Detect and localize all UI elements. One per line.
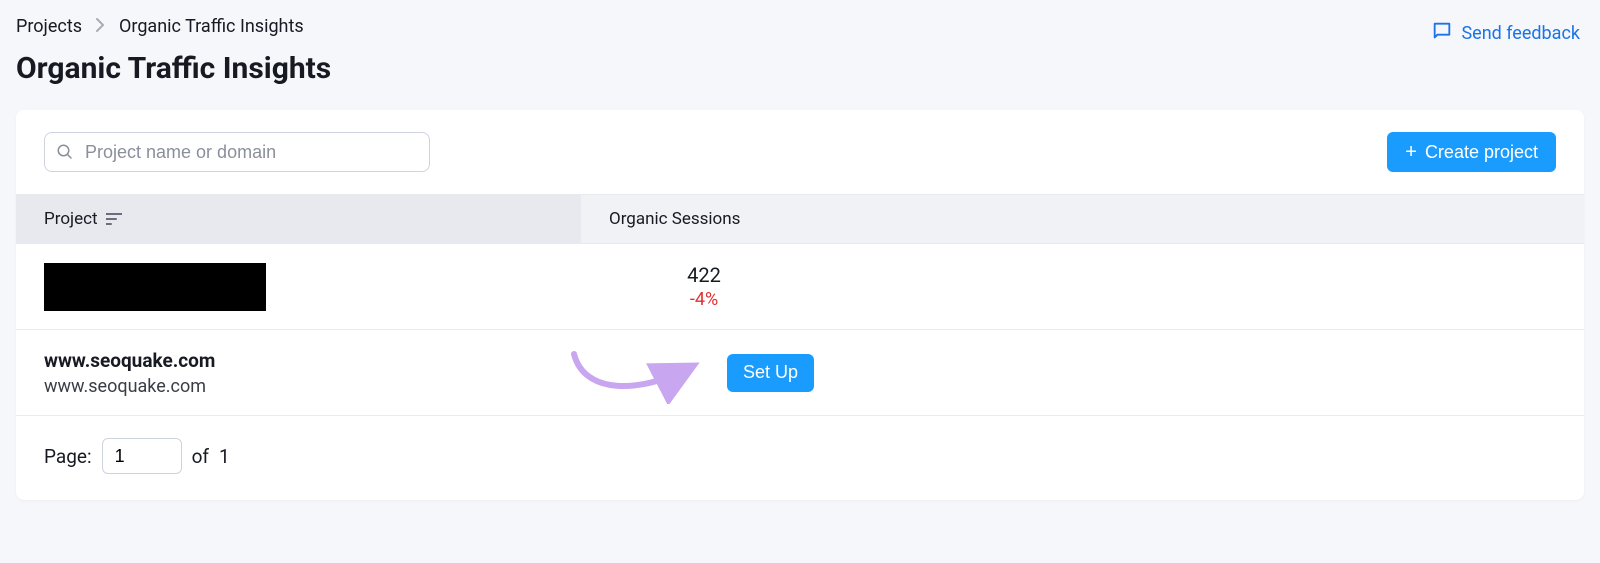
create-project-label: Create project [1425, 142, 1538, 163]
feedback-icon [1431, 20, 1453, 47]
pagination-input[interactable] [102, 438, 182, 474]
column-header-project-label: Project [44, 209, 98, 229]
breadcrumb: Projects Organic Traffic Insights [16, 16, 331, 37]
project-domain: www.seoquake.com [44, 376, 553, 397]
breadcrumb-current: Organic Traffic Insights [119, 16, 304, 37]
chevron-right-icon [96, 18, 105, 36]
arrow-annotation-icon [569, 344, 709, 404]
set-up-button[interactable]: Set Up [727, 354, 814, 392]
send-feedback-label: Send feedback [1461, 23, 1580, 44]
table-row: www.seoquake.com www.seoquake.com Set Up [16, 330, 1584, 416]
column-header-project[interactable]: Project [16, 195, 581, 243]
breadcrumb-root[interactable]: Projects [16, 16, 82, 37]
projects-card: + Create project Project Organic Session… [16, 110, 1584, 500]
search-icon [56, 143, 74, 161]
redacted-project-name [44, 263, 266, 311]
create-project-button[interactable]: + Create project [1387, 132, 1556, 172]
search-field-wrap [44, 132, 430, 172]
send-feedback-link[interactable]: Send feedback [1431, 16, 1584, 47]
pagination-of-label: of [192, 445, 209, 468]
plus-icon: + [1405, 142, 1417, 162]
table-header: Project Organic Sessions [16, 194, 1584, 244]
sessions-block: 422 -4% [609, 263, 799, 310]
pagination: Page: of 1 [16, 416, 1584, 500]
project-name[interactable]: www.seoquake.com [44, 349, 553, 372]
table-row: 422 -4% [16, 244, 1584, 330]
sort-icon [106, 213, 122, 225]
column-header-sessions-label: Organic Sessions [609, 209, 740, 229]
sessions-delta: -4% [609, 289, 799, 310]
page-title: Organic Traffic Insights [16, 51, 331, 86]
sessions-value: 422 [609, 263, 799, 287]
column-header-sessions[interactable]: Organic Sessions [581, 195, 1584, 243]
pagination-label: Page: [44, 445, 92, 468]
search-input[interactable] [44, 132, 430, 172]
pagination-total: 1 [219, 445, 230, 468]
